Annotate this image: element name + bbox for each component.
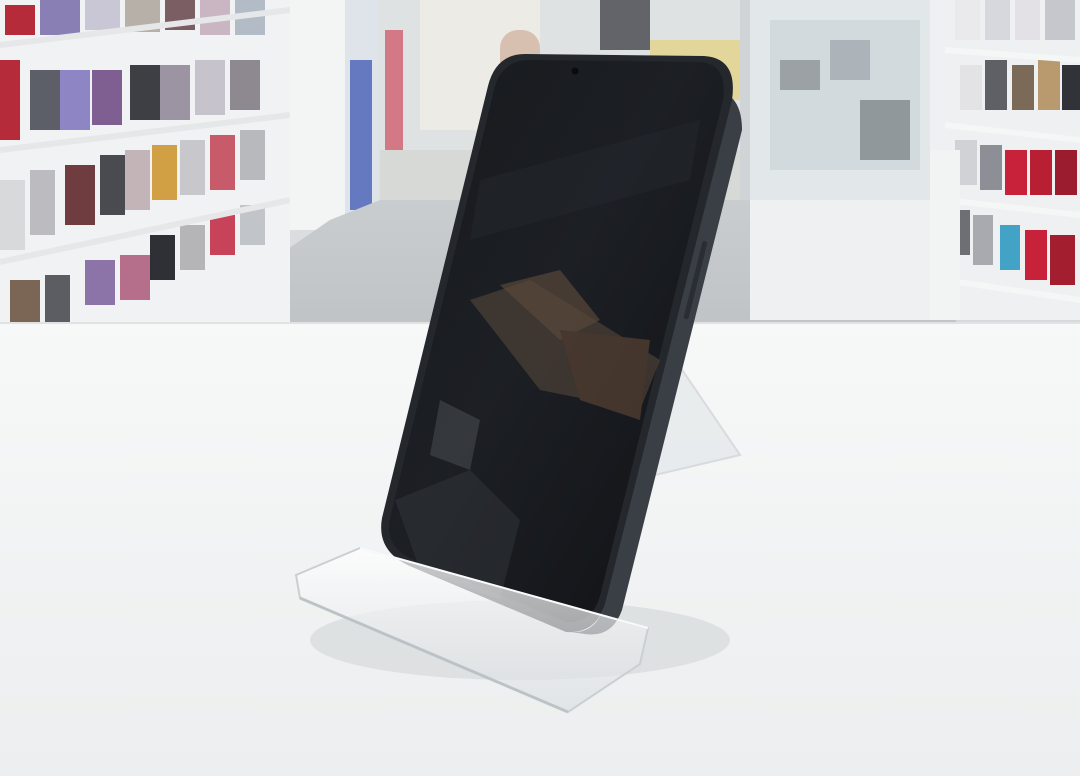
phone-display	[294, 54, 742, 714]
photo-scene	[0, 0, 1080, 776]
front-camera	[571, 67, 579, 75]
